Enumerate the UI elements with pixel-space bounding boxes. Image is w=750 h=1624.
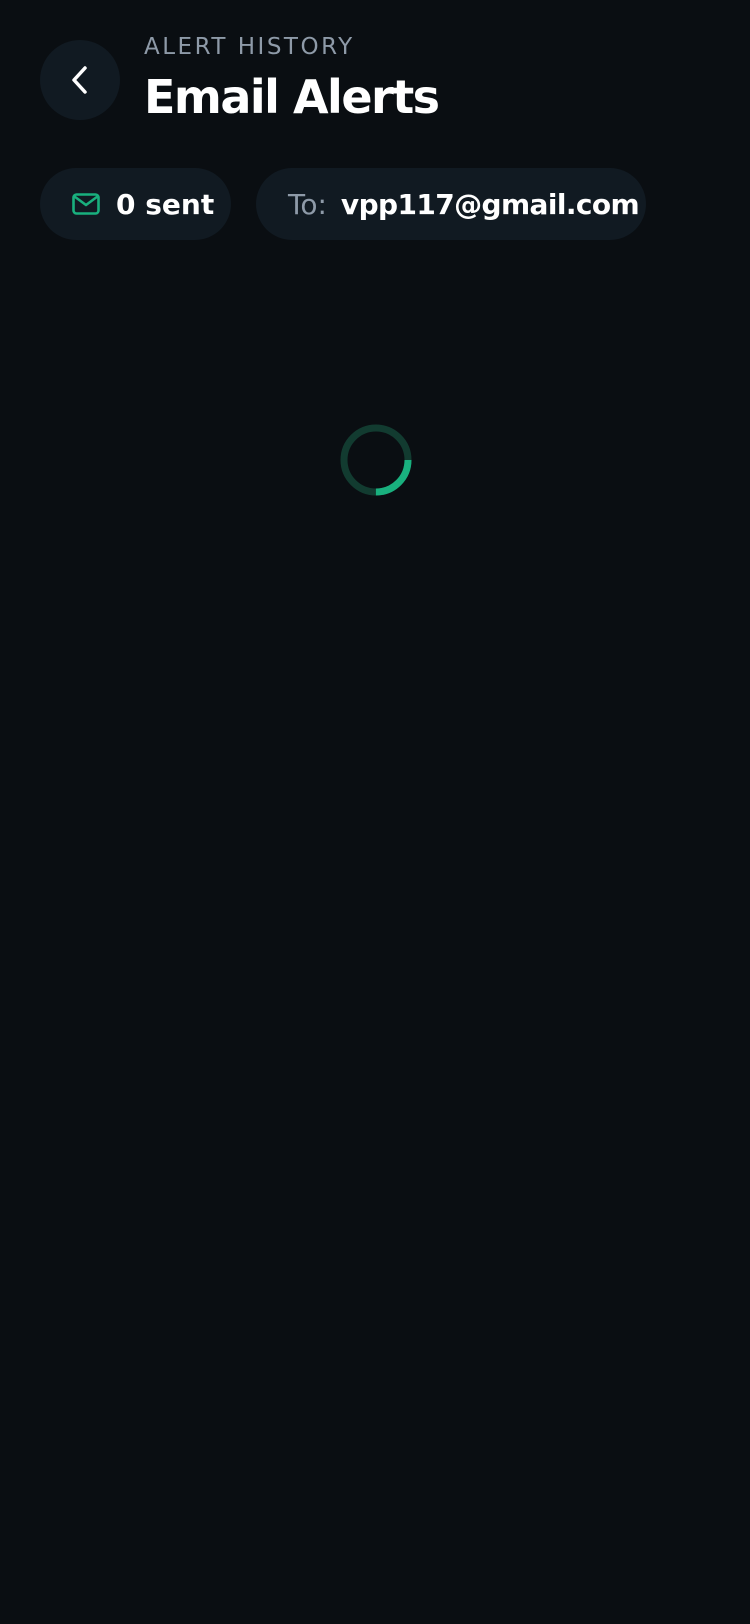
page-header: ALERT HISTORY Email Alerts [144,30,440,126]
page-title: Email Alerts [144,70,440,124]
page-eyebrow: ALERT HISTORY [144,34,355,60]
recipient-email: vpp117@gmail.com [340,187,640,221]
recipient-badge: To: vpp117@gmail.com [256,168,646,240]
back-button[interactable] [40,40,120,120]
mail-icon [72,193,100,215]
chevron-left-icon [68,65,92,95]
recipient-label: To: [288,187,327,221]
loading-spinner-icon [339,423,413,497]
sent-count-label: 0 sent [116,187,215,221]
sent-count-badge: 0 sent [40,168,231,240]
